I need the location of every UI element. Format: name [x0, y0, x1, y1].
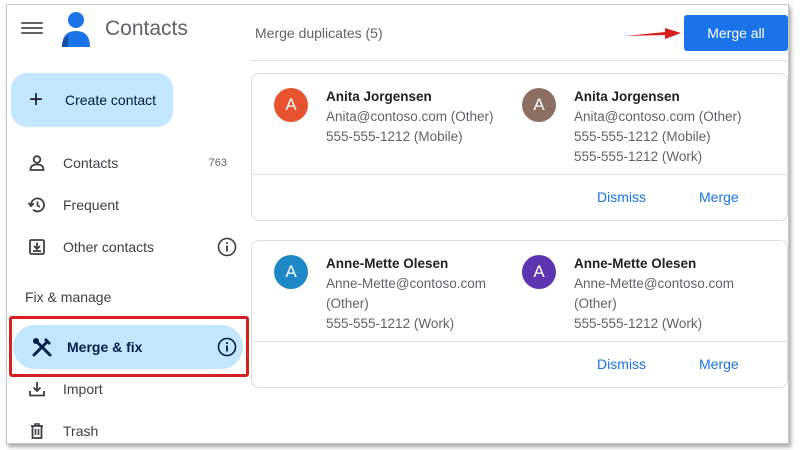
sidebar-item-other-contacts[interactable]: Other contacts — [7, 229, 245, 265]
merge-button[interactable]: Merge — [699, 189, 739, 205]
sidebar-item-label: Other contacts — [63, 239, 155, 255]
sidebar-item-contacts[interactable]: Contacts 763 — [7, 145, 245, 181]
person-icon — [27, 153, 47, 173]
duplicate-card: A Anne-Mette Olesen Anne-Mette@contoso.c… — [251, 240, 788, 388]
card-divider — [252, 341, 787, 342]
sidebar-item-frequent[interactable]: Frequent — [7, 187, 245, 223]
avatar: A — [522, 255, 556, 289]
main-header: Merge duplicates (5) Merge all — [251, 5, 788, 61]
sidebar-item-label: Contacts — [63, 155, 119, 171]
contact-label: (Other) — [574, 296, 617, 311]
contact-phone: 555-555-1212 (Mobile) — [326, 129, 463, 144]
import-icon — [27, 379, 47, 399]
contact-name: Anne-Mette Olesen — [574, 256, 697, 271]
contact-label: (Other) — [326, 296, 369, 311]
contact-name: Anita Jorgensen — [326, 89, 432, 104]
merge-button[interactable]: Merge — [699, 356, 739, 372]
annotation-highlight-box — [9, 316, 249, 377]
sidebar-item-label: Trash — [63, 423, 99, 439]
annotation-arrow-icon — [625, 28, 681, 39]
trash-icon — [27, 421, 47, 441]
create-contact-label: Create contact — [65, 92, 157, 108]
card-divider — [252, 174, 787, 175]
avatar: A — [274, 88, 308, 122]
download-box-icon — [27, 237, 47, 257]
contact-email: Anita@contoso.com (Other) — [326, 109, 494, 124]
contact-name: Anne-Mette Olesen — [326, 256, 449, 271]
contact-phone: 555-555-1212 (Work) — [574, 316, 703, 331]
contact-phone: 555-555-1212 (Mobile) — [574, 129, 711, 144]
sidebar-item-import[interactable]: Import — [7, 371, 245, 407]
contacts-logo-icon — [62, 12, 90, 47]
history-icon — [27, 195, 47, 215]
contact-email: Anne-Mette@contoso.com — [326, 276, 487, 291]
avatar: A — [274, 255, 308, 289]
contact-email: Anne-Mette@contoso.com — [574, 276, 735, 291]
app-window: Contacts + Create contact Contacts 763 F… — [6, 4, 789, 444]
page-title: Merge duplicates (5) — [255, 25, 383, 41]
sidebar: Contacts + Create contact Contacts 763 F… — [7, 5, 249, 443]
contacts-count: 763 — [208, 157, 227, 169]
sidebar-item-label: Frequent — [63, 197, 120, 213]
avatar: A — [522, 88, 556, 122]
contact-phone: 555-555-1212 (Work) — [326, 316, 455, 331]
duplicate-card: A Anita Jorgensen Anita@contoso.com (Oth… — [251, 73, 788, 221]
create-contact-button[interactable]: + Create contact — [11, 73, 173, 127]
sidebar-item-label: Import — [63, 381, 103, 397]
app-title: Contacts — [105, 17, 188, 40]
contact-name: Anita Jorgensen — [574, 89, 680, 104]
contact-email: Anita@contoso.com (Other) — [574, 109, 742, 124]
plus-icon: + — [29, 86, 44, 113]
dismiss-button[interactable]: Dismiss — [597, 356, 646, 372]
contact-phone: 555-555-1212 (Work) — [574, 149, 703, 164]
dismiss-button[interactable]: Dismiss — [597, 189, 646, 205]
section-label-fix-manage: Fix & manage — [25, 289, 112, 305]
info-icon[interactable] — [217, 237, 237, 257]
sidebar-item-trash[interactable]: Trash — [7, 413, 245, 443]
merge-all-button[interactable]: Merge all — [684, 15, 788, 51]
menu-icon[interactable] — [21, 19, 43, 37]
